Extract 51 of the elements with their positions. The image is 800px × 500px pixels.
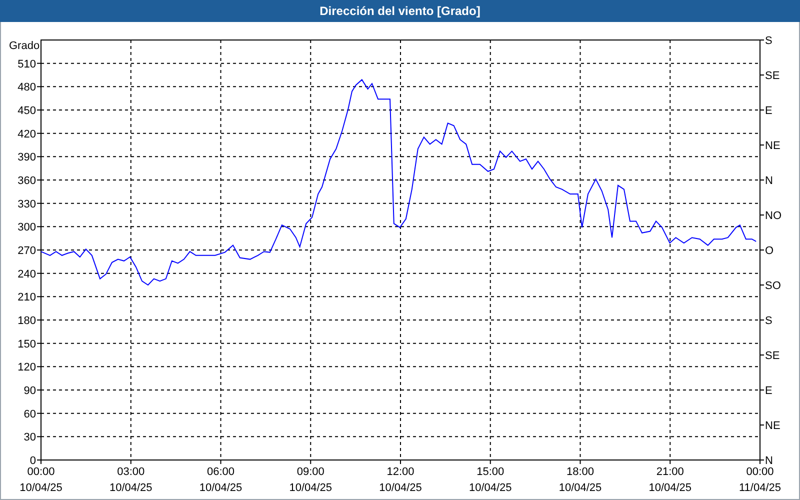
x-axis-tick-label: 21:00: [656, 466, 684, 478]
x-axis-tick-label: 03:00: [117, 466, 145, 478]
y-axis-tick-label: 180: [18, 315, 36, 327]
y-axis-title: Grado: [9, 40, 40, 52]
y-axis-tick-label: 450: [18, 105, 36, 117]
x-axis-date-label: 10/04/25: [109, 482, 152, 494]
x-axis-date-label: 10/04/25: [648, 482, 692, 494]
right-axis-tick-label: N: [765, 175, 773, 187]
x-axis-tick-label: 00:00: [746, 466, 774, 478]
y-axis-tick-label: 360: [18, 175, 36, 187]
y-axis-tick-label: 30: [24, 432, 36, 444]
window-title: Dirección del viento [Grado]: [320, 3, 480, 20]
y-axis-tick-label: 0: [30, 455, 36, 467]
x-axis-date-label: 10/04/25: [379, 482, 422, 494]
right-axis-tick-label: E: [765, 105, 772, 117]
y-axis-tick-label: 510: [18, 58, 36, 70]
right-axis-tick-label: NE: [765, 420, 780, 432]
right-axis-tick-label: NO: [765, 210, 782, 222]
y-axis-tick-label: 330: [18, 198, 36, 210]
y-axis-tick-label: 420: [18, 128, 36, 140]
x-axis-tick-label: 06:00: [206, 466, 235, 478]
right-axis-tick-label: SO: [765, 280, 781, 292]
right-axis-tick-label: NE: [765, 140, 780, 152]
right-axis-tick-label: SE: [765, 70, 780, 82]
y-axis-tick-label: 300: [18, 222, 36, 234]
right-axis-tick-label: O: [765, 245, 774, 257]
right-axis-tick-label: N: [765, 455, 773, 467]
x-axis-date-label: 10/04/25: [289, 482, 332, 494]
y-axis-tick-label: 90: [24, 385, 36, 397]
y-axis-tick-label: 390: [18, 152, 36, 164]
x-axis-tick-label: 09:00: [296, 466, 324, 478]
x-axis-date-label: 10/04/25: [199, 482, 242, 494]
x-axis-date-label: 11/04/25: [739, 482, 781, 494]
x-axis-date-label: 10/04/25: [558, 482, 602, 494]
x-axis-tick-label: 12:00: [386, 466, 414, 478]
x-axis-tick-label: 18:00: [566, 466, 594, 478]
y-axis-tick-label: 480: [18, 82, 36, 94]
y-axis-tick-label: 270: [18, 245, 36, 257]
right-axis-tick-label: S: [765, 315, 772, 327]
y-axis-tick-label: 60: [24, 408, 36, 420]
y-axis-tick-label: 150: [18, 338, 36, 350]
x-axis-date-label: 10/04/25: [20, 482, 62, 494]
x-axis-tick-label: 15:00: [476, 466, 504, 478]
y-axis-tick-label: 120: [18, 362, 36, 374]
y-axis-tick-label: 210: [18, 292, 36, 304]
right-axis-tick-label: E: [765, 385, 772, 397]
right-axis-tick-label: SE: [765, 350, 780, 362]
x-axis-tick-label: 00:00: [27, 466, 55, 478]
y-axis-tick-label: 240: [18, 268, 36, 280]
right-axis-tick-label: S: [765, 35, 772, 47]
x-axis-date-label: 10/04/25: [468, 482, 512, 494]
